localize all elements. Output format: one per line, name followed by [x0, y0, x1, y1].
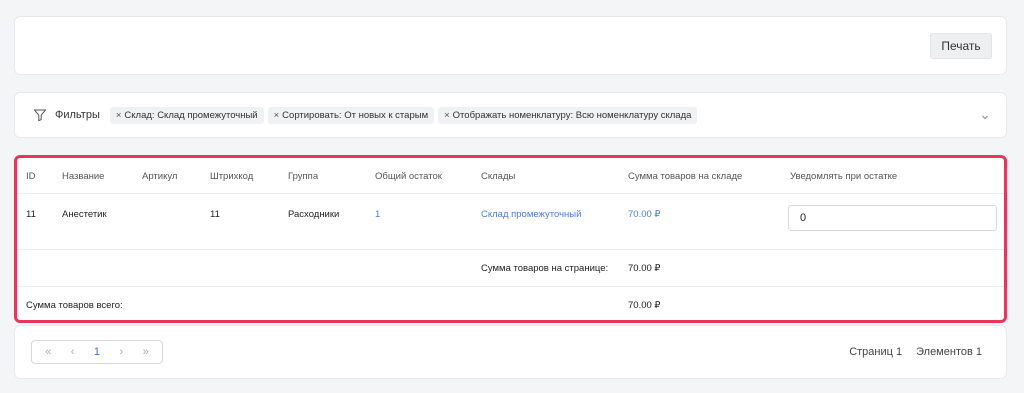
cell-name: Анестетик	[62, 209, 107, 220]
chip-remove-icon[interactable]: ×	[274, 110, 280, 121]
column-header-group[interactable]: Группа	[288, 171, 318, 182]
table-header: ID Название Артикул Штрихкод Группа Общи…	[17, 158, 1004, 194]
cell-warehouse-sum-link[interactable]: 70.00 ₽	[628, 209, 660, 220]
column-header-notify[interactable]: Уведомлять при остатке	[790, 171, 897, 182]
total-sum-label: Сумма товаров всего:	[26, 300, 123, 311]
chip-remove-icon[interactable]: ×	[444, 110, 450, 121]
page-sum-row: Сумма товаров на странице: 70.00 ₽	[17, 250, 1004, 287]
chevron-down-icon[interactable]	[980, 109, 990, 120]
column-header-warehouse-sum[interactable]: Сумма товаров на складе	[628, 171, 742, 182]
notify-threshold-input[interactable]	[788, 205, 997, 231]
column-header-article[interactable]: Артикул	[142, 171, 177, 182]
next-page-button[interactable]: ›	[112, 346, 130, 358]
prev-page-button[interactable]: ‹	[64, 346, 82, 358]
stock-table: ID Название Артикул Штрихкод Группа Общи…	[14, 155, 1007, 323]
column-header-total-stock[interactable]: Общий остаток	[375, 171, 442, 182]
cell-warehouse-link[interactable]: Склад промежуточный	[481, 209, 581, 220]
total-sum-value: 70.00 ₽	[628, 300, 661, 311]
elements-count: Элементов 1	[916, 346, 982, 358]
cell-id: 11	[26, 209, 36, 220]
pagination: « ‹ 1 › »	[31, 340, 163, 364]
column-header-id[interactable]: ID	[26, 171, 36, 182]
page-number-button[interactable]: 1	[88, 346, 106, 358]
page-sum-value: 70.00 ₽	[628, 263, 661, 274]
last-page-button[interactable]: »	[137, 346, 155, 358]
filters-bar[interactable]: Фильтры × Склад: Склад промежуточный × Сор…	[14, 92, 1007, 138]
pagination-card: « ‹ 1 › » Страниц 1 Элементов 1	[14, 325, 1007, 379]
chip-remove-icon[interactable]: ×	[116, 110, 122, 121]
first-page-button[interactable]: «	[39, 346, 57, 358]
column-header-name[interactable]: Название	[62, 171, 104, 182]
filter-icon	[33, 108, 47, 122]
total-sum-row: Сумма товаров всего: 70.00 ₽	[17, 287, 1004, 323]
pagination-info: Страниц 1 Элементов 1	[849, 346, 982, 358]
cell-total-stock-link[interactable]: 1	[375, 209, 380, 220]
cell-group: Расходники	[288, 209, 340, 220]
filters-label: Фильтры	[55, 109, 100, 121]
toolbar-card: Печать	[14, 16, 1007, 75]
table-row: 11 Анестетик 11 Расходники 1 Склад проме…	[17, 194, 1004, 250]
print-button[interactable]: Печать	[930, 33, 992, 59]
cell-barcode: 11	[210, 209, 220, 220]
column-header-barcode[interactable]: Штрихкод	[210, 171, 253, 182]
page-sum-label: Сумма товаров на странице:	[481, 263, 609, 274]
filter-chip-display[interactable]: × Отображать номенклатуру: Всю номенклату…	[438, 106, 698, 124]
pages-count: Страниц 1	[849, 346, 903, 358]
column-header-warehouses[interactable]: Склады	[481, 171, 515, 182]
filter-chip-sort[interactable]: × Сортировать: От новых к старым	[267, 106, 435, 124]
filter-chip-warehouse[interactable]: × Склад: Склад промежуточный	[109, 106, 264, 124]
